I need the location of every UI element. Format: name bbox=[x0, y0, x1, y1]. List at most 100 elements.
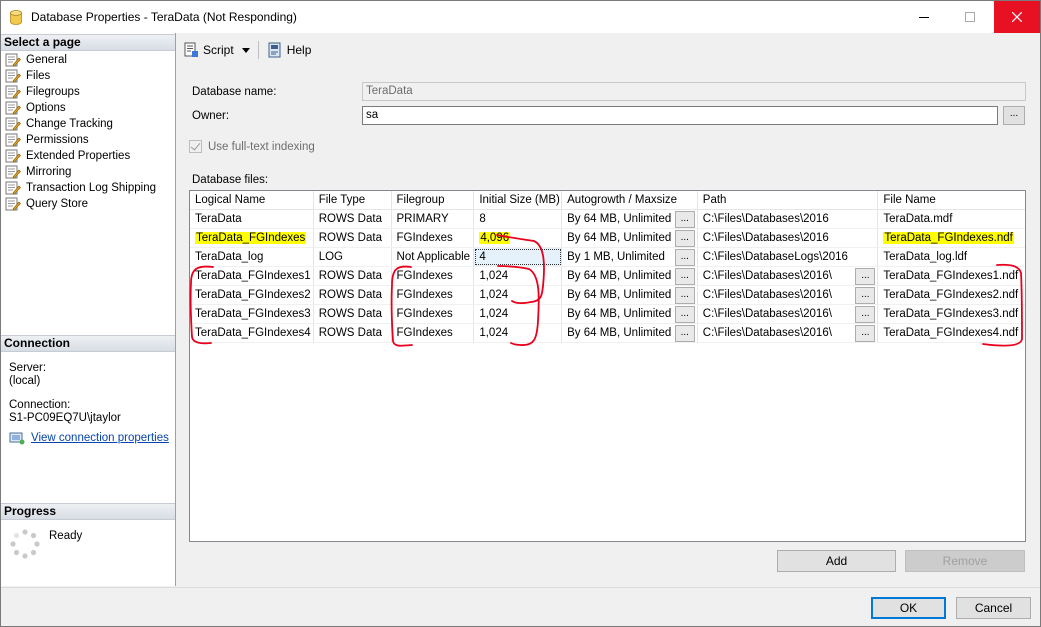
database-properties-window: Database Properties - TeraData (Not Resp… bbox=[0, 0, 1041, 627]
maximize-button[interactable] bbox=[947, 1, 993, 33]
close-button[interactable] bbox=[994, 1, 1040, 33]
table-row[interactable]: TeraData_log LOG Not Applicable 4 By 1 MB, U… bbox=[190, 248, 1025, 267]
page-item-filegroups[interactable]: Filegroups bbox=[1, 84, 175, 100]
column-header[interactable]: File Type bbox=[314, 191, 392, 209]
cell-text: ROWS Data bbox=[318, 232, 382, 244]
cell-autogrowth: By 64 MB, Unlimited... bbox=[562, 267, 698, 285]
path-browse-button[interactable]: ... bbox=[855, 306, 876, 323]
table-row[interactable]: TeraData_FGIndexes ROWS Data FGIndexes 4,09… bbox=[190, 229, 1025, 248]
cell-name[interactable]: TeraData_FGIndexes4 bbox=[190, 324, 314, 342]
cell-type: ROWS Data bbox=[314, 324, 392, 342]
table-row[interactable]: TeraData ROWS Data PRIMARY 8 By 64 MB, Unlim… bbox=[190, 210, 1025, 229]
cell-name[interactable]: TeraData_FGIndexes3 bbox=[190, 305, 314, 323]
page-item-label: Query Store bbox=[26, 198, 88, 210]
cell-file[interactable]: TeraData.mdf bbox=[878, 210, 1025, 228]
cell-size[interactable]: 4,096 bbox=[474, 229, 563, 247]
autogrowth-browse-button[interactable]: ... bbox=[674, 287, 695, 304]
autogrowth-browse-button[interactable]: ... bbox=[674, 306, 695, 323]
cell-file[interactable]: TeraData_FGIndexes.ndf bbox=[878, 229, 1025, 247]
cell-text: TeraData_FGIndexes3 bbox=[195, 308, 311, 320]
page-item-general[interactable]: General bbox=[1, 52, 175, 68]
column-header[interactable]: Path bbox=[698, 191, 879, 209]
script-button[interactable]: Script bbox=[183, 42, 256, 58]
view-connection-row: View connection properties bbox=[9, 431, 169, 445]
cell-text: ROWS Data bbox=[318, 213, 382, 225]
table-row[interactable]: TeraData_FGIndexes1 ROWS Data FGIndexes 1,0… bbox=[190, 267, 1025, 286]
column-header[interactable]: File Name bbox=[878, 191, 1025, 209]
owner-field[interactable]: sa bbox=[362, 106, 998, 125]
path-browse-button[interactable]: ... bbox=[855, 325, 876, 342]
cell-size[interactable]: 1,024 bbox=[474, 324, 563, 342]
cell-size[interactable]: 1,024 bbox=[474, 267, 563, 285]
cell-autogrowth: By 64 MB, Unlimited... bbox=[562, 286, 698, 304]
cell-text: TeraData_FGIndexes2.ndf bbox=[883, 289, 1019, 301]
cell-size[interactable]: 4 bbox=[474, 248, 563, 266]
view-connection-properties-link[interactable]: View connection properties bbox=[31, 432, 169, 445]
cell-file[interactable]: TeraData_FGIndexes2.ndf bbox=[878, 286, 1025, 304]
cell-name[interactable]: TeraData_FGIndexes1 bbox=[190, 267, 314, 285]
cell-text: By 64 MB, Unlimited bbox=[567, 327, 672, 339]
cell-size[interactable]: 8 bbox=[474, 210, 563, 228]
help-book-icon bbox=[268, 42, 281, 58]
title-bar: Database Properties - TeraData (Not Resp… bbox=[1, 1, 1040, 33]
remove-button: Remove bbox=[905, 550, 1025, 572]
cell-text: 1,024 bbox=[479, 308, 509, 320]
autogrowth-browse-button[interactable]: ... bbox=[674, 230, 695, 247]
cell-file[interactable]: TeraData_log.ldf bbox=[878, 248, 1025, 266]
cell-path: C:\Files\Databases\2016\... bbox=[698, 324, 879, 342]
cell-type: ROWS Data bbox=[314, 229, 392, 247]
page-item-transaction-log-shipping[interactable]: Transaction Log Shipping bbox=[1, 180, 175, 196]
autogrowth-browse-button[interactable]: ... bbox=[674, 325, 695, 342]
column-header[interactable]: Logical Name bbox=[190, 191, 314, 209]
server-value: (local) bbox=[9, 375, 41, 387]
grid-body: TeraData ROWS Data PRIMARY 8 By 64 MB, Unlim… bbox=[190, 210, 1025, 343]
cell-autogrowth: By 1 MB, Unlimited... bbox=[562, 248, 698, 266]
page-item-change-tracking[interactable]: Change Tracking bbox=[1, 116, 175, 132]
page-item-files[interactable]: Files bbox=[1, 68, 175, 84]
progress-header: Progress bbox=[1, 503, 175, 520]
table-row[interactable]: TeraData_FGIndexes4 ROWS Data FGIndexes 1,0… bbox=[190, 324, 1025, 343]
column-header[interactable]: Filegroup bbox=[392, 191, 475, 209]
path-browse-button[interactable]: ... bbox=[855, 268, 876, 285]
cell-name[interactable]: TeraData_FGIndexes bbox=[190, 229, 314, 247]
page-wrench-icon bbox=[5, 133, 21, 147]
column-header[interactable]: Initial Size (MB) bbox=[474, 191, 563, 209]
cell-file[interactable]: TeraData_FGIndexes3.ndf bbox=[878, 305, 1025, 323]
column-header[interactable]: Autogrowth / Maxsize bbox=[562, 191, 698, 209]
cell-size[interactable]: 1,024 bbox=[474, 286, 563, 304]
help-button[interactable]: Help bbox=[267, 42, 311, 58]
page-item-permissions[interactable]: Permissions bbox=[1, 132, 175, 148]
add-button[interactable]: Add bbox=[777, 550, 896, 572]
cell-name[interactable]: TeraData_FGIndexes2 bbox=[190, 286, 314, 304]
autogrowth-browse-button[interactable]: ... bbox=[674, 268, 695, 285]
page-item-label: Transaction Log Shipping bbox=[26, 182, 156, 194]
cancel-button[interactable]: Cancel bbox=[956, 597, 1031, 619]
cell-type: ROWS Data bbox=[314, 305, 392, 323]
autogrowth-browse-button[interactable]: ... bbox=[674, 211, 695, 228]
path-browse-button[interactable]: ... bbox=[855, 287, 876, 304]
page-item-options[interactable]: Options bbox=[1, 100, 175, 116]
maximize-icon bbox=[965, 12, 975, 22]
cell-file[interactable]: TeraData_FGIndexes4.ndf bbox=[878, 324, 1025, 342]
cell-name[interactable]: TeraData bbox=[190, 210, 314, 228]
ok-button[interactable]: OK bbox=[871, 597, 946, 619]
database-files-label: Database files: bbox=[192, 174, 269, 186]
page-item-mirroring[interactable]: Mirroring bbox=[1, 164, 175, 180]
cell-text: C:\Files\Databases\2016\ bbox=[702, 327, 832, 339]
cell-name[interactable]: TeraData_log bbox=[190, 248, 314, 266]
page-item-query-store[interactable]: Query Store bbox=[1, 196, 175, 212]
minimize-button[interactable] bbox=[901, 1, 947, 33]
cell-size[interactable]: 1,024 bbox=[474, 305, 563, 323]
fulltext-indexing-checkbox bbox=[189, 140, 202, 153]
chevron-down-icon[interactable] bbox=[241, 47, 250, 53]
table-row[interactable]: TeraData_FGIndexes2 ROWS Data FGIndexes 1,0… bbox=[190, 286, 1025, 305]
page-item-extended-properties[interactable]: Extended Properties bbox=[1, 148, 175, 164]
cell-filegroup: PRIMARY bbox=[392, 210, 475, 228]
autogrowth-browse-button[interactable]: ... bbox=[674, 249, 695, 266]
owner-browse-button[interactable]: ... bbox=[1003, 106, 1025, 125]
page-wrench-icon bbox=[5, 85, 21, 99]
table-row[interactable]: TeraData_FGIndexes3 ROWS Data FGIndexes 1,0… bbox=[190, 305, 1025, 324]
cell-file[interactable]: TeraData_FGIndexes1.ndf bbox=[878, 267, 1025, 285]
page-list: General Files Filegroups Options Change Trac… bbox=[1, 52, 175, 212]
cell-text: FGIndexes bbox=[396, 289, 453, 301]
